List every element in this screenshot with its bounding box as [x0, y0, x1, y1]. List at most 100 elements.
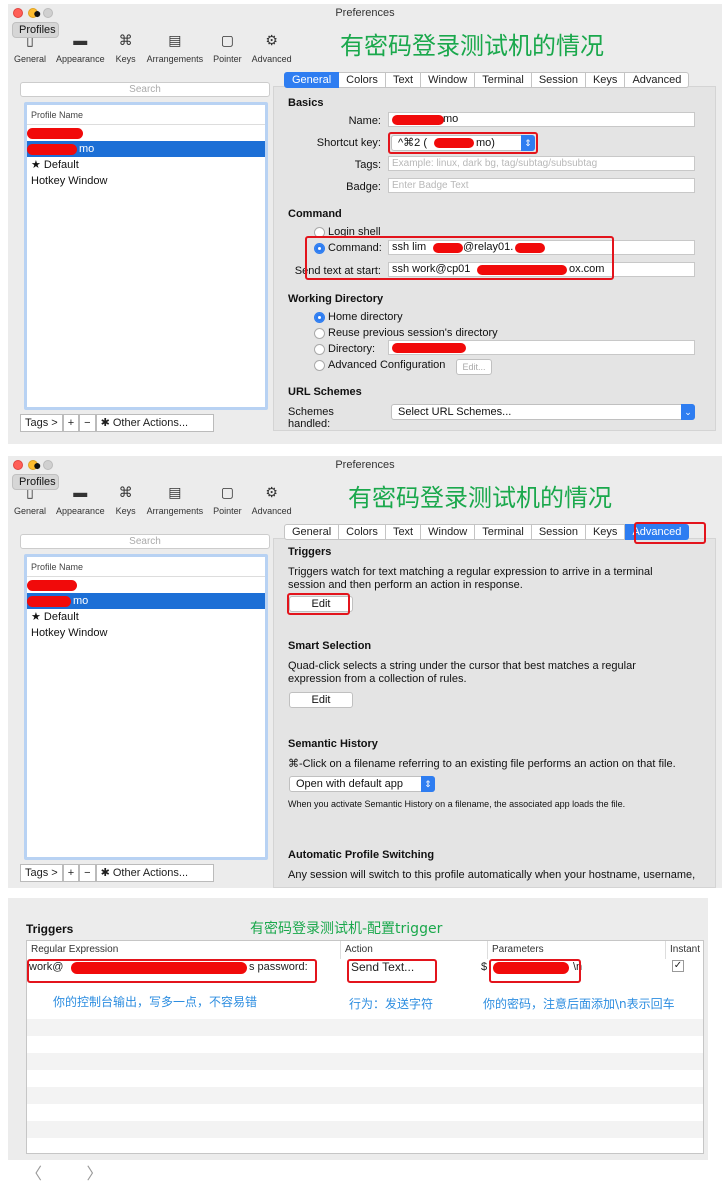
- appearance-icon: ▬: [73, 484, 88, 500]
- profile-row-default[interactable]: ★ Default: [27, 609, 265, 625]
- empty-row: [27, 1019, 703, 1036]
- column-header-parameters[interactable]: Parameters: [488, 941, 666, 959]
- other-actions-menu[interactable]: ✱ Other Actions...: [95, 864, 214, 882]
- auto-switch-heading: Automatic Profile Switching: [288, 849, 435, 861]
- tab-text[interactable]: Text: [385, 524, 422, 540]
- remove-profile-button[interactable]: −: [79, 414, 96, 432]
- other-actions-menu[interactable]: ✱ Other Actions...: [95, 414, 214, 432]
- profile-search-input[interactable]: Search: [20, 534, 270, 549]
- basics-heading: Basics: [288, 97, 324, 109]
- tab-text[interactable]: Text: [385, 72, 422, 88]
- add-profile-button[interactable]: +: [62, 864, 80, 882]
- tab-general[interactable]: General: [284, 72, 340, 88]
- note-regex: 你的控制台输出，写多一点，不容易错: [53, 995, 258, 1009]
- profile-list: Profile Name mo ★ Default Hotkey Window: [24, 102, 268, 410]
- toolbar-profiles[interactable]: ● Profiles: [12, 6, 59, 38]
- triggers-heading: Triggers: [288, 546, 332, 558]
- column-header-action[interactable]: Action: [341, 941, 488, 959]
- profile-row-redacted[interactable]: [27, 577, 265, 593]
- tab-colors[interactable]: Colors: [339, 72, 386, 88]
- profile-row-default[interactable]: ★ Default: [27, 157, 265, 173]
- page-navigation: 〈 〉: [26, 1160, 102, 1184]
- toolbar-profiles[interactable]: ● Profiles: [12, 458, 59, 490]
- preferences-toolbar: ▯ General ▬ Appearance ● Profiles ⌘ Keys ▤ Ar…: [8, 6, 338, 65]
- profile-row-redacted[interactable]: [27, 125, 265, 141]
- profile-bottom-bar: Tags > + − ✱ Other Actions...: [20, 414, 214, 432]
- toolbar-arrangements[interactable]: ▤ Arrangements: [145, 22, 206, 65]
- profile-list-header[interactable]: Profile Name: [27, 557, 265, 577]
- reuse-dir-radio[interactable]: Reuse previous session's directory: [314, 327, 498, 339]
- chevron-icon: ⇕: [421, 776, 435, 792]
- toolbar-keys[interactable]: ⌘ Keys: [113, 474, 139, 517]
- home-dir-radio[interactable]: Home directory: [314, 311, 403, 323]
- badge-field[interactable]: Enter Badge Text: [388, 178, 695, 193]
- back-arrow-icon[interactable]: 〈: [26, 1166, 42, 1183]
- name-field[interactable]: mo: [388, 112, 695, 127]
- tab-window[interactable]: Window: [421, 524, 476, 540]
- highlight-box: [489, 959, 581, 983]
- column-header-instant[interactable]: Instant: [666, 941, 705, 959]
- annotation-banner: 有密码登录测试机的情况: [348, 484, 612, 512]
- schemes-select[interactable]: Select URL Schemes... ⌄: [391, 404, 695, 420]
- appearance-icon: ▬: [73, 32, 88, 48]
- toolbar-pointer[interactable]: ▢ Pointer: [211, 22, 244, 65]
- semantic-history-note: When you activate Semantic History on a …: [288, 799, 626, 809]
- smart-selection-edit-button[interactable]: Edit: [289, 692, 353, 708]
- toolbar-advanced[interactable]: ⚙ Advanced: [250, 474, 294, 517]
- tags-field[interactable]: Example: linux, dark bg, tag/subtag/subs…: [388, 156, 695, 171]
- triggers-table: Regular Expression Action Parameters Ins…: [26, 940, 704, 1154]
- highlight-box: [305, 236, 614, 280]
- smart-selection-description: Quad-click selects a string under the cu…: [288, 660, 636, 685]
- name-label: Name:: [348, 115, 381, 127]
- tab-keys[interactable]: Keys: [585, 72, 626, 88]
- profile-row-hotkey[interactable]: Hotkey Window: [27, 625, 265, 641]
- tags-button[interactable]: Tags >: [20, 864, 63, 882]
- semantic-history-select[interactable]: Open with default app ⇕: [289, 776, 435, 792]
- toolbar-appearance[interactable]: ▬ Appearance: [54, 22, 107, 64]
- instant-checkbox[interactable]: ✓: [672, 960, 684, 972]
- toolbar-advanced[interactable]: ⚙ Advanced: [250, 22, 294, 65]
- directory-radio[interactable]: Directory:: [314, 343, 375, 355]
- tab-terminal[interactable]: Terminal: [475, 524, 532, 540]
- preferences-window-advanced: Preferences ▯ General ▬ Appearance ● Profil…: [8, 456, 722, 888]
- preferences-window-general: Preferences ▯ General ▬ Appearance ● Profil…: [8, 4, 722, 444]
- tab-general[interactable]: General: [284, 524, 340, 540]
- smart-selection-heading: Smart Selection: [288, 640, 372, 652]
- close-button[interactable]: [13, 460, 23, 470]
- toolbar-keys[interactable]: ⌘ Keys: [113, 22, 139, 65]
- directory-field[interactable]: [388, 340, 695, 355]
- toolbar-arrangements[interactable]: ▤ Arrangements: [145, 474, 206, 517]
- forward-arrow-icon[interactable]: 〉: [86, 1166, 102, 1183]
- redaction: [27, 144, 77, 155]
- redaction: [27, 128, 83, 139]
- tags-button[interactable]: Tags >: [20, 414, 63, 432]
- tab-advanced[interactable]: Advanced: [625, 72, 690, 88]
- tab-window[interactable]: Window: [421, 72, 476, 88]
- profile-row-hotkey[interactable]: Hotkey Window: [27, 173, 265, 189]
- advanced-config-radio[interactable]: Advanced Configuration: [314, 359, 445, 371]
- profile-row-selected[interactable]: mo: [27, 141, 265, 157]
- add-profile-button[interactable]: +: [62, 414, 80, 432]
- toolbar-pointer[interactable]: ▢ Pointer: [211, 474, 244, 517]
- trigger-caption: 有密码登录测试机-配置trigger: [250, 921, 443, 937]
- profile-search-input[interactable]: Search: [20, 82, 270, 97]
- tab-terminal[interactable]: Terminal: [475, 72, 532, 88]
- annotation-banner: 有密码登录测试机的情况: [340, 32, 604, 60]
- tab-colors[interactable]: Colors: [339, 524, 386, 540]
- column-header-regex[interactable]: Regular Expression: [27, 941, 341, 959]
- profiles-icon: ●: [33, 5, 42, 21]
- profile-row-selected[interactable]: mo: [27, 593, 265, 609]
- toolbar-appearance[interactable]: ▬ Appearance: [54, 474, 107, 516]
- tab-session[interactable]: Session: [531, 72, 586, 88]
- profile-list-header[interactable]: Profile Name: [27, 105, 265, 125]
- semantic-history-heading: Semantic History: [288, 738, 378, 750]
- tab-keys[interactable]: Keys: [585, 524, 626, 540]
- profiles-icon: ●: [33, 457, 42, 473]
- gear-icon: ⚙: [265, 31, 278, 48]
- tab-session[interactable]: Session: [531, 524, 586, 540]
- triggers-title: Triggers: [26, 922, 74, 936]
- close-button[interactable]: [13, 8, 23, 18]
- adv-config-edit-button[interactable]: Edit...: [456, 359, 492, 375]
- remove-profile-button[interactable]: −: [79, 864, 96, 882]
- triggers-sheet: Triggers 有密码登录测试机-配置trigger Regular Expr…: [8, 898, 712, 1160]
